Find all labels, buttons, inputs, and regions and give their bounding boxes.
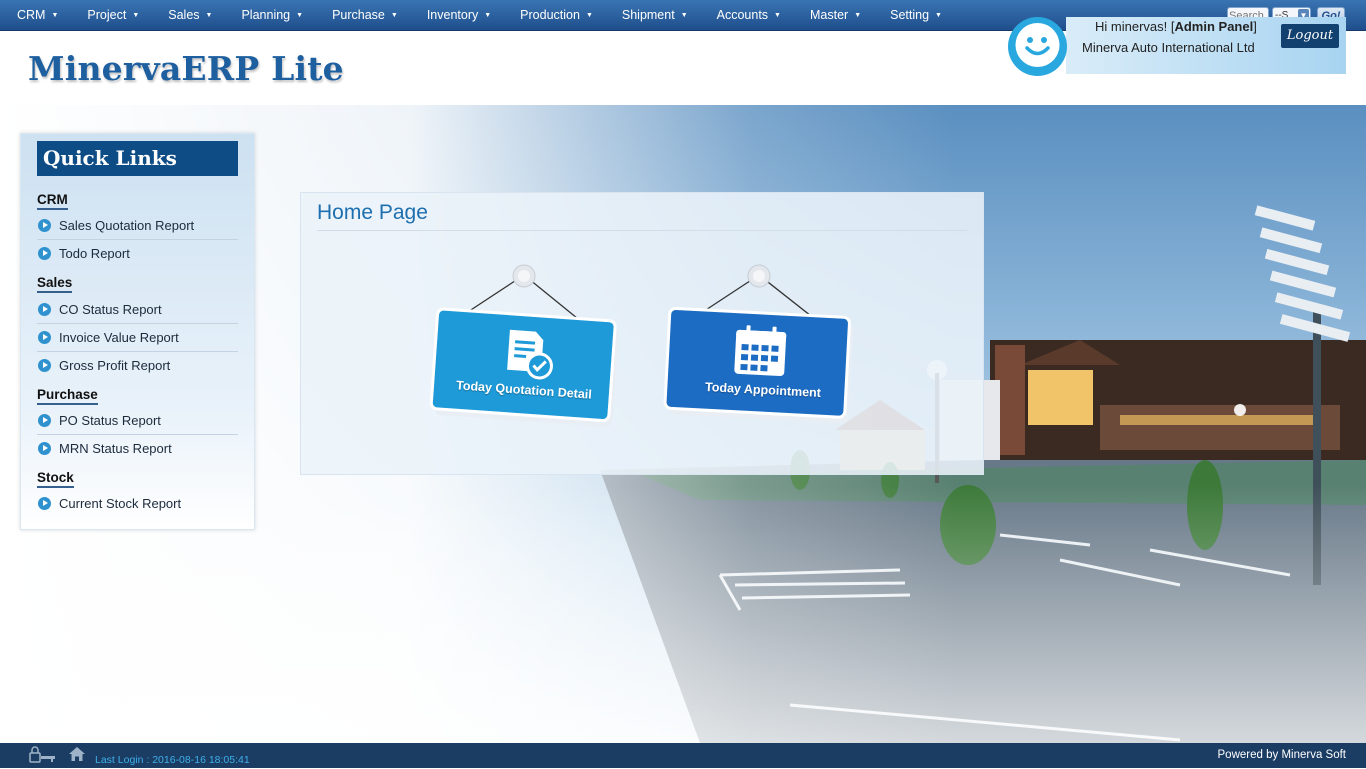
link-po-status-report[interactable]: PO Status Report bbox=[37, 408, 238, 435]
caret-down-icon: ▼ bbox=[296, 12, 304, 19]
link-sales-quotation-report[interactable]: Sales Quotation Report bbox=[37, 213, 238, 240]
caret-down-icon: ▼ bbox=[390, 12, 398, 19]
link-todo-report[interactable]: Todo Report bbox=[37, 241, 238, 267]
last-login-text: Last Login : 2016-08-16 18:05:41 bbox=[95, 754, 250, 766]
caret-down-icon: ▼ bbox=[132, 12, 140, 19]
caret-down-icon: ▼ bbox=[585, 12, 593, 19]
menu-setting[interactable]: Setting ▼ bbox=[873, 0, 942, 30]
calendar-icon bbox=[734, 325, 787, 377]
play-circle-icon bbox=[38, 331, 51, 344]
play-circle-icon bbox=[38, 359, 51, 372]
section-heading-crm: CRM bbox=[37, 192, 68, 210]
caret-down-icon: ▼ bbox=[205, 12, 213, 19]
today-appointment-tile[interactable]: Today Appointment bbox=[661, 263, 856, 428]
play-circle-icon bbox=[38, 442, 51, 455]
caret-down-icon: ▼ bbox=[680, 12, 688, 19]
greeting-text: Hi minervas! [Admin Panel] bbox=[1095, 19, 1257, 34]
menu-purchase[interactable]: Purchase ▼ bbox=[315, 0, 398, 30]
main-menu: CRM ▼ Project ▼ Sales ▼ Planning ▼ Purchase ▼… bbox=[0, 0, 954, 30]
caret-down-icon: ▼ bbox=[935, 12, 942, 19]
section-heading-purchase: Purchase bbox=[37, 387, 98, 405]
menu-crm[interactable]: CRM ▼ bbox=[0, 0, 58, 30]
home-icon[interactable] bbox=[68, 746, 86, 767]
play-circle-icon bbox=[38, 497, 51, 510]
section-heading-stock: Stock bbox=[37, 470, 74, 488]
link-gross-profit-report[interactable]: Gross Profit Report bbox=[37, 353, 238, 379]
section-heading-sales: Sales bbox=[37, 275, 73, 293]
play-circle-icon bbox=[38, 303, 51, 316]
menu-shipment[interactable]: Shipment ▼ bbox=[605, 0, 688, 30]
menu-planning[interactable]: Planning ▼ bbox=[224, 0, 303, 30]
quick-links-panel: Quick Links CRM Sales Quotation Report T… bbox=[20, 133, 255, 530]
link-mrn-status-report[interactable]: MRN Status Report bbox=[37, 436, 238, 462]
caret-down-icon: ▼ bbox=[854, 12, 862, 19]
caret-down-icon: ▼ bbox=[51, 12, 59, 19]
caret-down-icon: ▼ bbox=[484, 12, 492, 19]
play-circle-icon bbox=[38, 219, 51, 232]
footer: Last Login : 2016-08-16 18:05:41 Powered… bbox=[0, 743, 1366, 768]
smiley-chat-icon bbox=[1008, 17, 1067, 76]
today-quotation-detail-tile[interactable]: Today Quotation Detail bbox=[426, 263, 621, 428]
app-logo: MinervaERP Lite bbox=[28, 49, 344, 88]
role-label: Admin Panel bbox=[1174, 19, 1254, 34]
company-name: Minerva Auto International Ltd bbox=[1082, 40, 1255, 55]
title-divider bbox=[317, 230, 967, 231]
link-current-stock-report[interactable]: Current Stock Report bbox=[37, 491, 238, 517]
powered-by-text: Powered by Minerva Soft bbox=[1217, 749, 1346, 761]
home-page-panel: Home Page Today Quotation Detail Today A… bbox=[300, 192, 984, 475]
link-invoice-value-report[interactable]: Invoice Value Report bbox=[37, 325, 238, 352]
menu-sales[interactable]: Sales ▼ bbox=[151, 0, 212, 30]
menu-accounts[interactable]: Accounts ▼ bbox=[700, 0, 781, 30]
menu-production[interactable]: Production ▼ bbox=[503, 0, 593, 30]
menu-inventory[interactable]: Inventory ▼ bbox=[410, 0, 491, 30]
lock-key-icon[interactable] bbox=[28, 746, 58, 769]
quick-links-title: Quick Links bbox=[37, 141, 238, 176]
play-circle-icon bbox=[38, 414, 51, 427]
menu-project[interactable]: Project ▼ bbox=[70, 0, 139, 30]
menu-master[interactable]: Master ▼ bbox=[793, 0, 861, 30]
caret-down-icon: ▼ bbox=[774, 12, 781, 19]
logout-button[interactable]: Logout bbox=[1281, 24, 1339, 48]
page-title: Home Page bbox=[317, 201, 428, 224]
link-co-status-report[interactable]: CO Status Report bbox=[37, 297, 238, 324]
play-circle-icon bbox=[38, 247, 51, 260]
